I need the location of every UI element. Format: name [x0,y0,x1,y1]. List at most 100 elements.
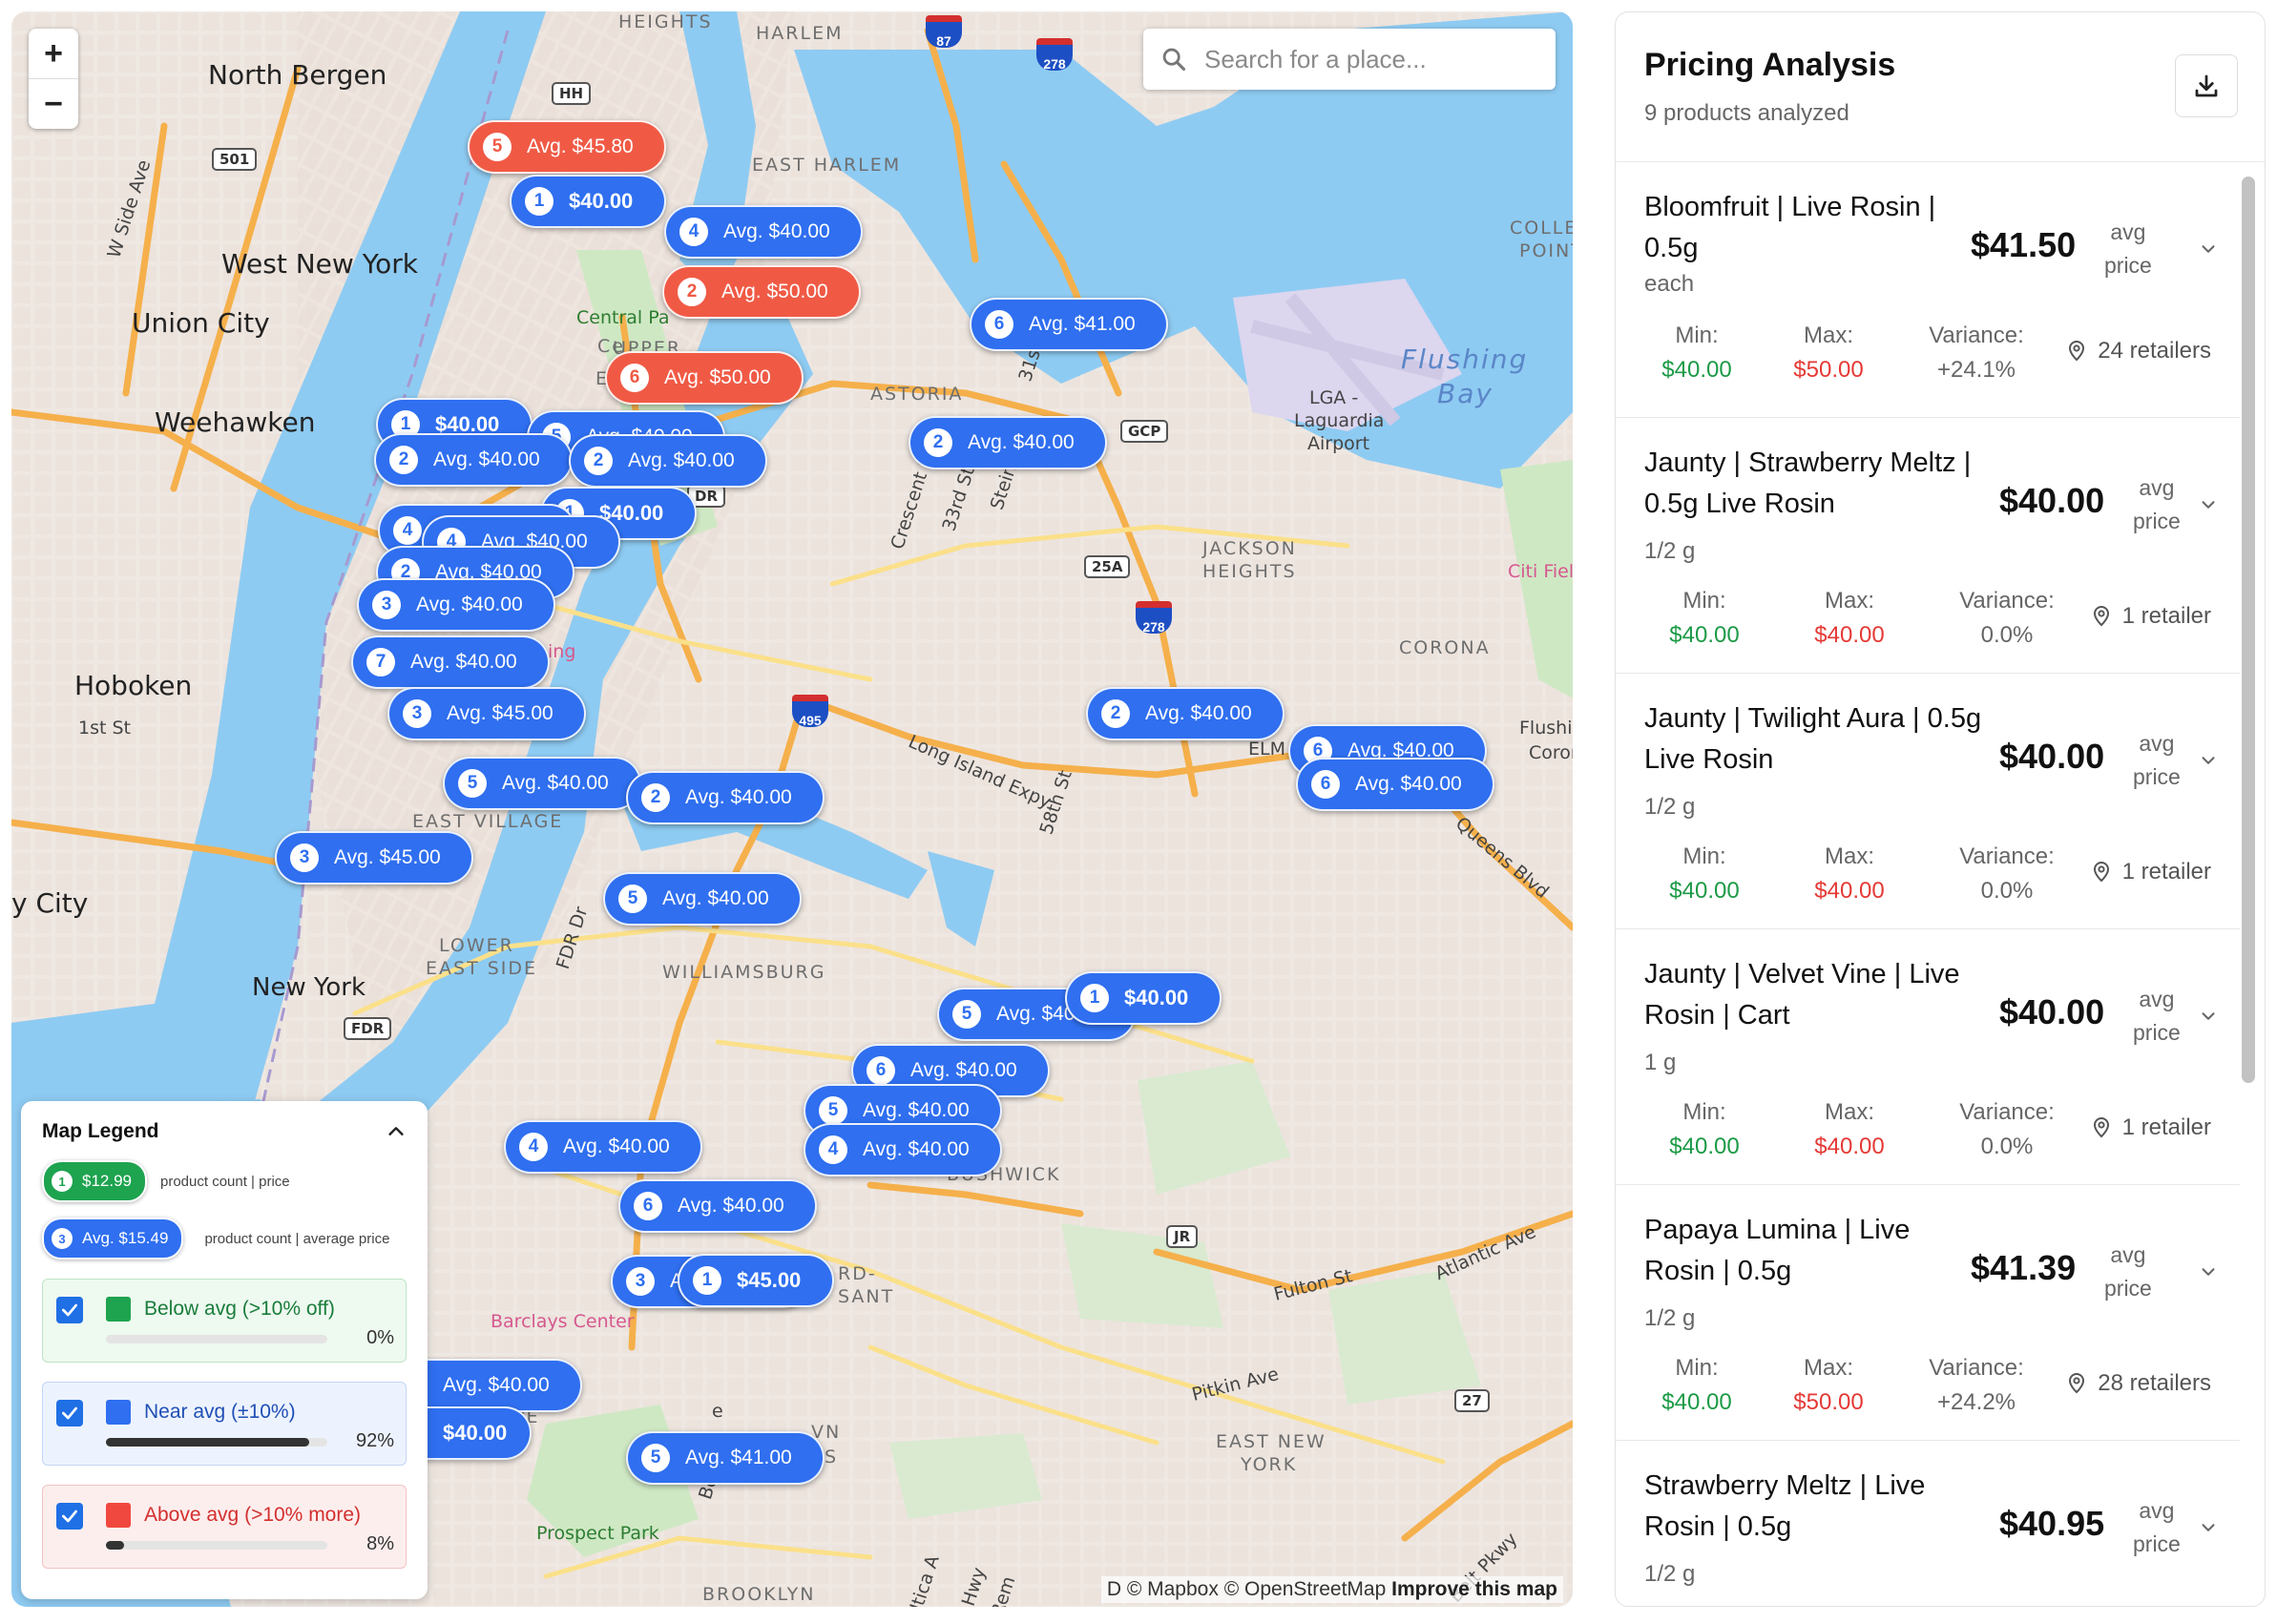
price-marker[interactable]: 4 Avg. $40.00 [664,205,863,259]
price-marker[interactable]: 1 $40.00 [1065,971,1222,1025]
price-marker[interactable]: 2 Avg. $40.00 [909,416,1107,469]
variance-label: Variance: [1929,323,2024,348]
expand-toggle[interactable] [2198,494,2219,515]
interstate-shield: 495 [792,695,828,728]
category-label: Below avg (>10% off) [144,1298,335,1320]
marker-count: 4 [519,1133,548,1161]
product-card[interactable]: Jaunty | Strawberry Meltz | 0.5g Live Ro… [1616,418,2240,674]
product-card[interactable]: Jaunty | Velvet Vine | Live Rosin | Cart… [1616,929,2240,1185]
product-name: Jaunty | Twilight Aura | 0.5g Live Rosin [1644,703,1982,775]
legend-avg-desc: product count | average price [204,1230,390,1247]
product-card[interactable]: Strawberry Meltz | Live Rosin | 0.5g 1/2 … [1616,1441,2240,1606]
price-marker[interactable]: 7 Avg. $40.00 [351,635,550,689]
marker-price: $40.00 [1124,986,1189,1010]
price-marker[interactable]: 2 Avg. $40.00 [374,433,573,487]
product-card[interactable]: Papaya Lumina | Live Rosin | 0.5g 1/2 g $4… [1616,1185,2240,1441]
expand-toggle[interactable] [2198,750,2219,771]
download-button[interactable] [2175,54,2238,117]
price-marker[interactable]: 2 Avg. $40.00 [569,434,767,488]
chevron-down-icon[interactable] [2198,494,2219,515]
chevron-down-icon[interactable] [2198,1261,2219,1282]
variance-value: +24.2% [1936,1389,2016,1415]
retailer-count[interactable]: 1 retailer [2090,1114,2211,1141]
legend-single-pill: 1 $12.99 [42,1160,147,1202]
legend-single-desc: product count | price [160,1173,290,1190]
product-card[interactable]: Bloomfruit | Live Rosin | 0.5g each $41.50… [1616,162,2240,418]
chevron-up-icon[interactable] [386,1121,407,1142]
category-checkbox[interactable] [56,1503,83,1530]
zoom-in-button[interactable]: + [29,29,78,78]
product-unit: 1/2 g [1644,1561,1696,1587]
expand-toggle[interactable] [2198,1517,2219,1538]
category-checkbox[interactable] [56,1297,83,1323]
price-marker[interactable]: 3 Avg. $45.00 [275,831,473,885]
category-bar-fill [106,1541,124,1550]
max-label: Max: [1824,1099,1874,1125]
marker-price: Avg. $40.00 [863,1099,970,1121]
retailer-count[interactable]: 24 retailers [2065,338,2211,364]
price-marker[interactable]: 6 Avg. $41.00 [970,298,1168,351]
map-label: Flushing [1401,344,1529,375]
marker-count: 5 [483,133,512,161]
retailer-count-text: 1 retailer [2121,859,2211,885]
avg-price-label: avg price [2104,216,2152,282]
max-value: $40.00 [1814,1134,1885,1159]
marker-price: Avg. $40.00 [678,1195,784,1217]
price-marker[interactable]: 5 Avg. $40.00 [443,757,641,810]
price-marker[interactable]: 2 Avg. $40.00 [1086,687,1285,740]
marker-price: Avg. $41.00 [685,1447,792,1468]
chevron-down-icon[interactable] [2198,1517,2219,1538]
category-percent: 8% [366,1533,394,1554]
map-label: EAST HARLEM [752,155,902,176]
price-marker[interactable]: 3 Avg. $40.00 [357,578,555,632]
price-marker[interactable]: 5 Avg. $40.00 [603,872,802,926]
map-view[interactable]: North Bergen West New York Union City Weeha… [11,11,1573,1607]
retailer-count[interactable]: 1 retailer [2090,603,2211,630]
legend-single-count: 1 [52,1171,73,1192]
variance-label: Variance: [1959,588,2055,614]
min-value: $40.00 [1669,878,1740,904]
price-marker[interactable]: 5 Avg. $41.00 [626,1431,825,1485]
scrollbar-thumb[interactable] [2242,177,2255,1083]
check-icon [62,1406,77,1420]
price-marker[interactable]: 6 Avg. $50.00 [605,351,804,405]
price-marker[interactable]: 2 Avg. $40.00 [626,771,825,824]
chevron-down-icon[interactable] [2198,239,2219,260]
price-marker[interactable]: 6 Avg. $40.00 [618,1179,817,1233]
price-marker[interactable]: 6 Avg. $40.00 [1296,758,1494,811]
price-marker[interactable]: 1 $40.00 [510,175,666,228]
panel-title: Pricing Analysis [1644,47,1896,83]
legend-avg-pill: 3 Avg. $15.49 [42,1218,184,1260]
marker-price: Avg. $40.00 [563,1135,670,1157]
min-label: Min: [1682,843,1726,869]
chevron-down-icon[interactable] [2198,1006,2219,1027]
max-value: $40.00 [1814,878,1885,904]
product-name: Jaunty | Velvet Vine | Live Rosin | Cart [1644,959,1960,1031]
price-marker[interactable]: 1 $45.00 [678,1254,834,1307]
product-card[interactable]: Jaunty | Twilight Aura | 0.5g Live Rosin… [1616,674,2240,929]
chevron-down-icon[interactable] [2198,750,2219,771]
retailer-count[interactable]: 1 retailer [2090,859,2211,885]
price-marker[interactable]: 2 Avg. $50.00 [662,265,861,319]
category-checkbox[interactable] [56,1400,83,1426]
product-unit: 1/2 g [1644,538,1696,564]
price-marker[interactable]: 4 Avg. $40.00 [504,1120,702,1174]
mapbox-attribution[interactable]: © Mapbox [1127,1578,1219,1600]
product-list[interactable]: Bloomfruit | Live Rosin | 0.5g each $41.50… [1616,162,2240,1606]
search-input[interactable] [1202,43,1531,75]
price-marker[interactable]: 5 Avg. $45.80 [468,120,666,174]
zoom-out-button[interactable]: − [29,78,78,129]
expand-toggle[interactable] [2198,239,2219,260]
marker-count: 2 [1101,699,1130,728]
expand-toggle[interactable] [2198,1006,2219,1027]
retailer-count[interactable]: 28 retailers [2065,1370,2211,1397]
osm-attribution[interactable]: © OpenStreetMap [1224,1578,1387,1600]
product-name: Papaya Lumina | Live Rosin | 0.5g [1644,1215,1911,1286]
improve-map-link[interactable]: Improve this map [1391,1578,1557,1600]
price-marker[interactable]: 4 Avg. $40.00 [804,1123,1002,1176]
price-marker[interactable]: 3 Avg. $45.00 [387,687,586,740]
expand-toggle[interactable] [2198,1261,2219,1282]
map-label: EAST VILLAGE [412,811,564,832]
avg-label-1: avg [2139,1498,2175,1523]
check-icon [62,1509,77,1523]
